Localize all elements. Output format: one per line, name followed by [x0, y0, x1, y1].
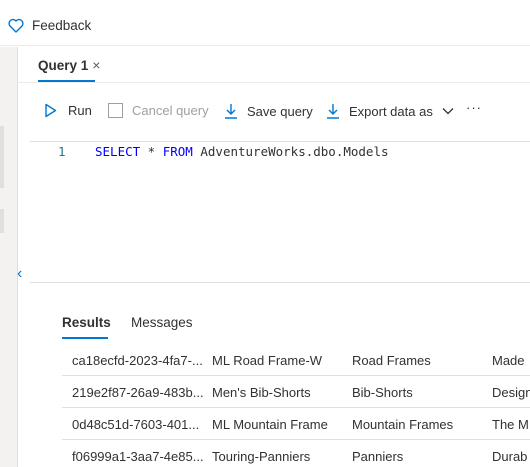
export-data-button[interactable]: Export data as — [326, 103, 454, 119]
cell-category: Panniers — [352, 449, 404, 464]
play-icon — [45, 103, 57, 118]
cell-description: Made — [492, 353, 525, 368]
sql-editor[interactable]: 1 SELECT * FROM AdventureWorks.dbo.Model… — [30, 141, 530, 283]
download-icon — [225, 104, 237, 119]
table-row[interactable]: 219e2f87-26a9-483b... Men's Bib-Shorts B… — [62, 376, 530, 408]
code-text[interactable]: SELECT * FROM AdventureWorks.dbo.Models — [95, 144, 389, 159]
cell-category: Bib-Shorts — [352, 385, 413, 400]
keyword-select: SELECT — [95, 144, 141, 159]
cell-name: Men's Bib-Shorts — [212, 385, 311, 400]
table-row[interactable]: f06999a1-3aa7-4e85... Touring-Panniers P… — [62, 440, 530, 467]
table-row[interactable]: 0d48c51d-7603-401... ML Mountain Frame M… — [62, 408, 530, 440]
cell-name: ML Mountain Frame — [212, 417, 328, 432]
chevron-down-icon — [442, 108, 454, 115]
cell-id: 219e2f87-26a9-483b... — [72, 385, 204, 400]
cell-description: Durab — [492, 449, 528, 464]
line-number: 1 — [58, 144, 66, 159]
tab-label: Query 1 — [38, 57, 89, 73]
more-options-button[interactable]: ··· — [466, 100, 482, 115]
run-label: Run — [68, 103, 92, 118]
table-token: AdventureWorks.dbo.Models — [192, 144, 389, 159]
save-query-label: Save query — [247, 103, 313, 119]
checkbox-icon — [108, 103, 123, 118]
cancel-query-button[interactable]: Cancel query — [108, 103, 209, 118]
active-tab-indicator — [62, 337, 108, 339]
tab-messages-label: Messages — [131, 315, 193, 330]
keyword-from: FROM — [162, 144, 193, 159]
left-panel-gutter — [0, 47, 18, 467]
cell-description: Design — [492, 385, 530, 400]
query-tabs: Query 1 × — [18, 47, 530, 83]
active-tab-indicator — [38, 80, 95, 82]
top-bar: Feedback — [0, 0, 530, 46]
feedback-label: Feedback — [32, 18, 92, 33]
gutter-indicator — [0, 126, 4, 188]
editor-line: 1 SELECT * FROM AdventureWorks.dbo.Model… — [30, 142, 530, 160]
chevron-left-icon[interactable]: ‹ — [17, 266, 22, 282]
table-row[interactable]: ca18ecfd-2023-4fa7-... ML Road Frame-W R… — [62, 344, 530, 376]
cell-id: ca18ecfd-2023-4fa7-... — [72, 353, 203, 368]
close-icon[interactable]: × — [92, 57, 100, 73]
run-button[interactable]: Run — [44, 103, 92, 118]
tab-query-1[interactable]: Query 1 × — [38, 57, 100, 73]
star-token: * — [140, 144, 163, 159]
download-icon — [327, 104, 339, 119]
cell-name: Touring-Panniers — [212, 449, 311, 464]
query-toolbar: Run Cancel query Save query Export data … — [18, 98, 530, 128]
cell-description: The M — [492, 417, 529, 432]
tab-results-label: Results — [62, 315, 111, 330]
cell-category: Road Frames — [352, 353, 431, 368]
heart-icon — [8, 18, 24, 33]
export-data-label: Export data as — [349, 103, 433, 119]
gutter-indicator — [0, 209, 4, 233]
cell-name: ML Road Frame-W — [212, 353, 323, 368]
cancel-query-label: Cancel query — [132, 103, 209, 118]
cell-id: f06999a1-3aa7-4e85... — [72, 449, 204, 464]
tab-results[interactable]: Results — [62, 315, 111, 330]
cell-id: 0d48c51d-7603-401... — [72, 417, 200, 432]
cell-category: Mountain Frames — [352, 417, 454, 432]
feedback-link[interactable]: Feedback — [8, 18, 91, 33]
tab-messages[interactable]: Messages — [131, 315, 193, 330]
save-query-button[interactable]: Save query — [224, 103, 313, 119]
